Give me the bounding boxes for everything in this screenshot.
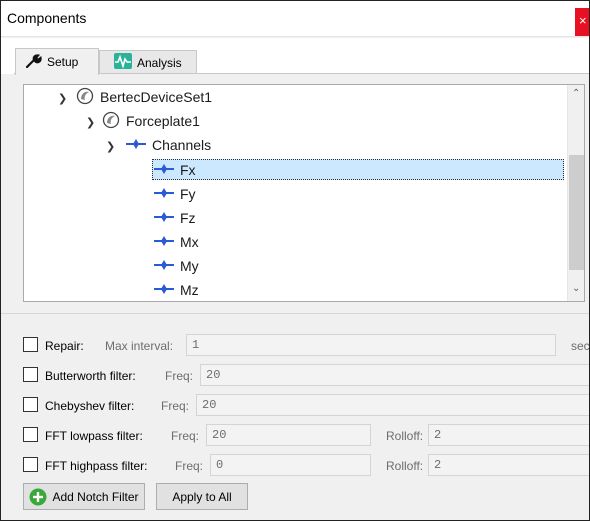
fft-highpass-freq-label: Freq: (175, 459, 204, 473)
tree-item-label: Fz (180, 210, 196, 226)
tree-item-label: My (180, 258, 199, 274)
max-interval-label: Max interval: (105, 339, 174, 353)
tab-setup-label: Setup (47, 55, 79, 69)
tree-item-channels[interactable]: Channels (126, 134, 211, 156)
channel-icon (154, 186, 174, 202)
tree-item-label: Fy (180, 186, 196, 202)
butterworth-label: Butterworth filter: (45, 369, 136, 383)
repair-label: Repair: (45, 339, 84, 353)
fft-lowpass-rolloff-field[interactable]: 2 (428, 424, 589, 446)
butterworth-checkbox[interactable] (23, 367, 38, 382)
title-bar: Components × (1, 1, 589, 37)
channel-icon (126, 137, 146, 153)
repair-checkbox[interactable] (23, 337, 38, 352)
tree-item-label: Channels (152, 137, 212, 153)
tree-item-mz[interactable]: Mz (154, 279, 199, 301)
fft-lowpass-freq-label: Freq: (171, 429, 200, 443)
fft-highpass-checkbox[interactable] (23, 457, 38, 472)
chebyshev-freq-label: Freq: (161, 399, 190, 413)
scroll-down-icon[interactable]: ⌄ (572, 283, 580, 294)
forceplate-icon (102, 111, 120, 132)
fft-lowpass-rolloff-label: Rolloff: (386, 429, 424, 443)
section-divider (1, 313, 589, 314)
components-window: Components × Setup Analysis ❯ BertecDevi… (0, 0, 590, 521)
tree-item-my[interactable]: My (154, 255, 199, 277)
fft-highpass-rolloff-label: Rolloff: (386, 459, 424, 473)
chebyshev-label: Chebyshev filter: (45, 399, 135, 413)
channel-icon (154, 258, 174, 274)
tree-item-label: Forceplate1 (126, 113, 200, 129)
window-title: Components (7, 10, 87, 26)
fft-highpass-freq-field[interactable]: 0 (210, 454, 371, 476)
apply-to-all-button[interactable]: Apply to All (156, 483, 248, 510)
max-interval-field[interactable]: 1 (186, 334, 556, 356)
seconds-unit-label: sec (571, 339, 590, 353)
tree-item-fx[interactable]: Fx (154, 159, 196, 181)
tree-scrollbar[interactable]: ⌃ ⌄ (567, 85, 584, 301)
tree-item-label: Fx (180, 162, 196, 178)
fft-lowpass-label: FFT lowpass filter: (45, 429, 143, 443)
tree-item-label: BertecDeviceSet1 (100, 89, 213, 105)
channel-icon (154, 234, 174, 250)
tree-item-mx[interactable]: Mx (154, 231, 199, 253)
scroll-thumb[interactable] (569, 155, 584, 270)
waveform-icon (114, 53, 132, 72)
fft-highpass-label: FFT highpass filter: (45, 459, 148, 473)
fft-lowpass-freq-field[interactable]: 20 (206, 424, 371, 446)
tab-analysis-label: Analysis (137, 55, 182, 70)
scroll-up-icon[interactable]: ⌃ (572, 88, 580, 99)
add-icon (29, 488, 47, 506)
tree-item-device-set[interactable]: BertecDeviceSet1 (76, 86, 212, 108)
tree-item-fz[interactable]: Fz (154, 207, 196, 229)
chebyshev-checkbox[interactable] (23, 397, 38, 412)
tree-item-fy[interactable]: Fy (154, 183, 196, 205)
filter-panel: Repair: Max interval: 1 sec Butterworth … (1, 315, 590, 520)
tab-analysis[interactable]: Analysis (99, 50, 197, 74)
chevron-down-icon[interactable]: ❯ (86, 116, 95, 129)
tab-bar: Setup Analysis (1, 38, 589, 75)
fft-lowpass-checkbox[interactable] (23, 427, 38, 442)
butterworth-freq-label: Freq: (165, 369, 194, 383)
channel-icon (154, 282, 174, 298)
chevron-down-icon[interactable]: ❯ (106, 140, 115, 153)
wrench-icon (25, 53, 42, 71)
tree-item-label: Mz (180, 282, 199, 298)
close-button[interactable]: × (575, 8, 589, 36)
fft-highpass-rolloff-field[interactable]: 2 (428, 454, 589, 476)
selection-highlight (152, 159, 564, 180)
component-tree[interactable]: ❯ BertecDeviceSet1 ❯ Forceplate1 ❯ Chann… (23, 84, 585, 302)
tree-item-label: Mx (180, 234, 199, 250)
butterworth-freq-field[interactable]: 20 (200, 364, 589, 386)
add-notch-filter-button[interactable]: Add Notch Filter (23, 483, 145, 510)
device-set-icon (76, 87, 94, 108)
tab-setup[interactable]: Setup (15, 48, 99, 75)
chebyshev-freq-field[interactable]: 20 (196, 394, 589, 416)
tree-item-forceplate[interactable]: Forceplate1 (102, 110, 200, 132)
add-notch-filter-label: Add Notch Filter (52, 489, 139, 504)
channel-icon (154, 210, 174, 226)
channel-icon (154, 162, 174, 178)
chevron-down-icon[interactable]: ❯ (58, 92, 67, 105)
